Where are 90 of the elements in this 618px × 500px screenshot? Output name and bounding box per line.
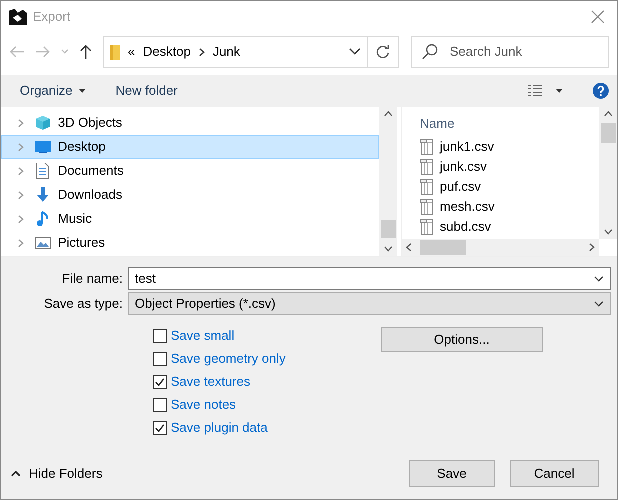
folder-label: Desktop [58,138,106,156]
folder-item[interactable]: Documents [1,159,379,183]
scrollbar-thumb[interactable] [600,123,616,143]
file-item[interactable]: junk1.csv [420,137,599,157]
scrollbar[interactable] [599,107,617,239]
checkbox[interactable] [153,421,167,435]
file-item[interactable]: mesh.csv [420,197,599,217]
picture-icon [35,235,51,251]
address-bar[interactable]: « Desktop Junk [103,36,368,68]
spreadsheet-file-icon [420,219,434,235]
chevron-right-icon[interactable] [18,238,24,248]
view-options-icon[interactable] [527,84,543,98]
chevron-right-icon[interactable] [18,214,24,224]
dropdown-caret-icon[interactable] [348,48,361,56]
save-button[interactable]: Save [409,460,495,487]
folder-item[interactable]: Desktop [1,135,379,159]
window-title: Export [33,8,71,26]
folder-label: 3D Objects [58,114,122,132]
scrollbar[interactable] [402,239,599,256]
chevron-down-icon[interactable] [604,229,612,235]
checkbox[interactable] [153,375,167,389]
up-arrow-icon[interactable] [79,44,93,60]
spreadsheet-file-icon [420,139,434,155]
options-button[interactable]: Options... [381,327,543,352]
file-type-dropdown[interactable]: Object Properties (*.csv) [128,292,611,315]
chevron-right-icon[interactable] [589,243,595,252]
checkbox-label[interactable]: Save geometry only [171,349,286,369]
folder-label: Pictures [58,234,106,252]
chevron-left-icon[interactable] [406,243,412,252]
breadcrumb-overflow[interactable]: « [128,42,136,62]
dropdown-caret-icon [594,276,604,282]
folder-item[interactable]: 3D Objects [1,111,379,135]
file-name-field[interactable]: test [128,267,611,290]
caret-icon[interactable] [556,89,562,93]
folder-label: Downloads [58,186,122,204]
refresh-icon [376,45,390,59]
file-item[interactable]: puf.csv [420,177,599,197]
file-item[interactable]: junk.csv [420,157,599,177]
chevron-down-icon[interactable] [384,246,392,252]
checkbox-label[interactable]: Save textures [171,372,250,392]
close-icon [591,10,605,24]
hide-folders-button[interactable]: Hide Folders [11,464,103,484]
folder-label: Documents [58,162,124,180]
document-icon [35,163,51,179]
folder-label: Music [58,210,92,228]
checkbox-label[interactable]: Save small [171,326,235,346]
monitor-icon [35,139,51,155]
music-note-icon [35,211,51,227]
scrollbar-thumb[interactable] [420,240,466,255]
checkbox[interactable] [153,329,167,343]
cancel-button[interactable]: Cancel [510,460,599,487]
chevron-up-icon [11,470,21,476]
chevron-up-icon[interactable] [384,111,392,117]
chevron-up-icon[interactable] [604,111,612,117]
breadcrumb-item[interactable]: Desktop [143,42,191,62]
folder-icon [110,44,120,60]
checkmark-icon [155,378,165,386]
search-icon [422,44,438,60]
spreadsheet-file-icon [420,159,434,175]
chevron-right-icon[interactable] [18,190,24,200]
folder-item[interactable]: Pictures [1,231,379,255]
file-item[interactable]: subd.csv [420,217,599,237]
column-header[interactable]: Name [420,111,599,137]
scrollbar-thumb[interactable] [380,220,396,238]
app-logo-icon [9,9,27,25]
field-label: Save as type: [43,294,123,313]
checkbox[interactable] [153,352,167,366]
checkbox[interactable] [153,398,167,412]
checkbox-label[interactable]: Save plugin data [171,418,268,438]
down-arrow-icon [35,187,51,203]
caret-icon [78,89,86,93]
chevron-right-icon [198,48,205,56]
dropdown-caret-icon [594,300,604,306]
refresh-button[interactable] [368,36,399,68]
checkbox-label[interactable]: Save notes [171,395,236,415]
new-folder-button[interactable]: New folder [116,81,178,101]
chevron-right-icon[interactable] [18,118,24,128]
chevron-right-icon[interactable] [18,166,24,176]
spreadsheet-file-icon [420,179,434,195]
help-icon[interactable] [593,83,609,99]
field-label: File name: [61,270,123,288]
breadcrumb-item[interactable]: Junk [212,42,240,62]
cube-icon [35,115,51,131]
folder-item[interactable]: Downloads [1,183,379,207]
folder-item[interactable]: Music [1,207,379,231]
search-box[interactable]: Search Junk [411,36,609,68]
spreadsheet-file-icon [420,199,434,215]
search-field[interactable]: Search Junk [448,41,598,63]
organize-menu-button[interactable]: Organize [20,81,86,101]
checkmark-icon [155,424,165,432]
